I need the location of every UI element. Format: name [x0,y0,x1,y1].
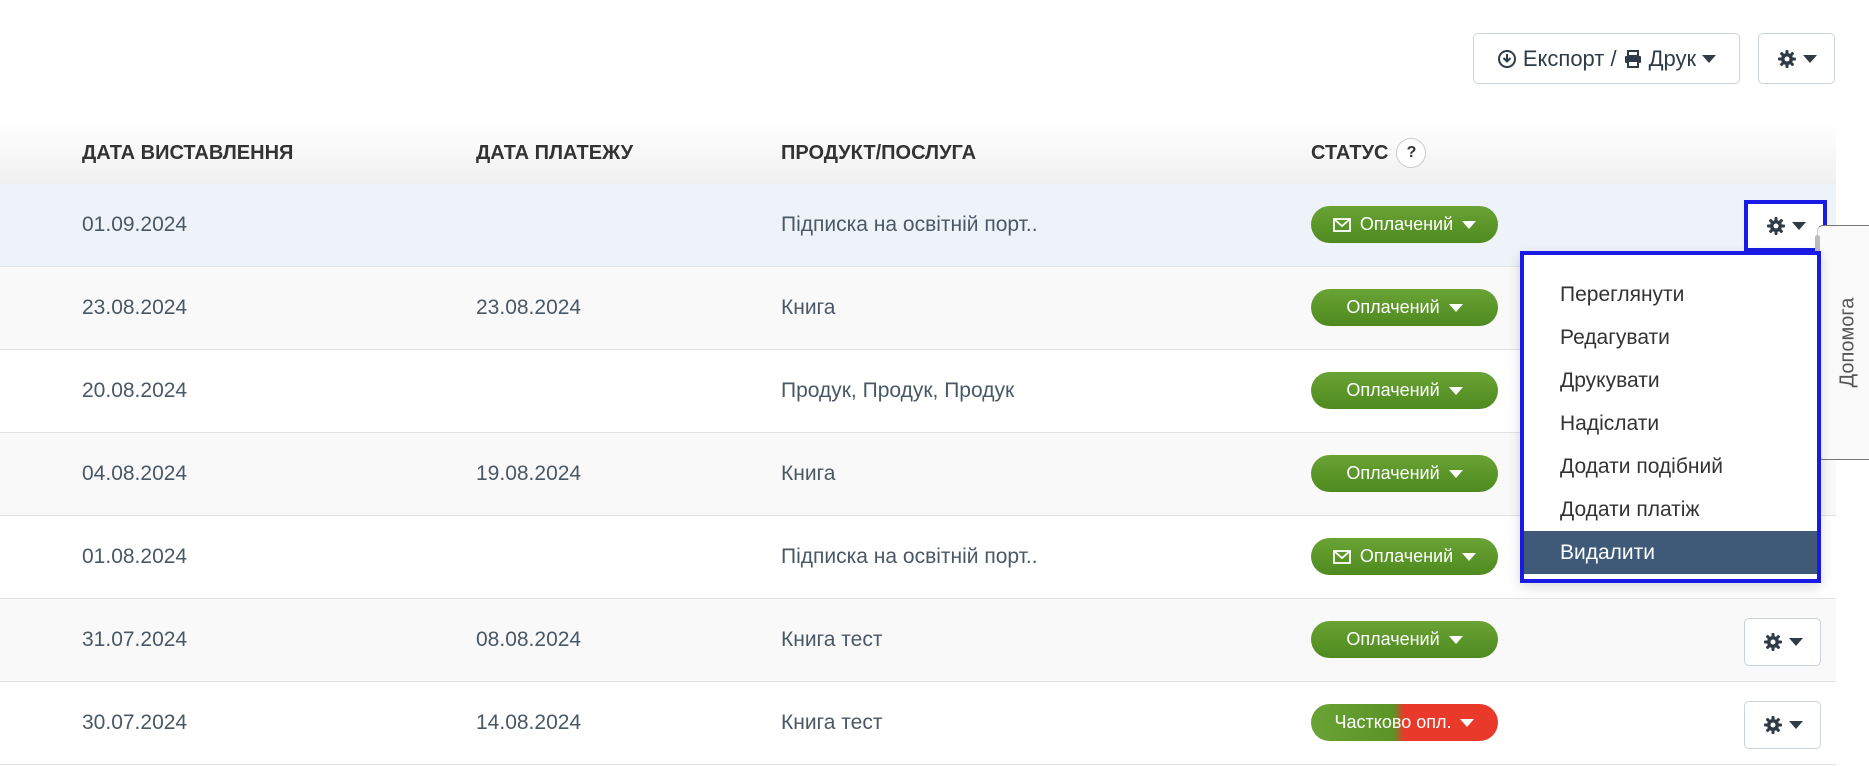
header-status: СТАТУС ? [1311,122,1427,184]
envelope-icon [1332,217,1351,232]
cell-product[interactable]: Підписка на освітній порт.. [781,516,1038,598]
caret-down-icon [1791,222,1806,230]
menu-item[interactable]: Додати подібний [1524,445,1817,488]
cell-date-paid: 14.08.2024 [476,711,582,734]
envelope-icon [1332,549,1351,564]
caret-down-icon [1462,552,1477,561]
gear-icon [1777,49,1796,68]
caret-down-icon [1448,386,1463,395]
status-label: Оплачений [1346,463,1440,483]
print-icon [1624,49,1641,68]
cell-product[interactable]: Підписка на освітній порт.. [781,184,1038,266]
cell-date-paid: 19.08.2024 [476,462,582,485]
cell-date-issued: 20.08.2024 [82,379,188,402]
cell-product[interactable]: Книга тест [781,682,882,764]
menu-item[interactable]: Надіслати [1524,402,1817,445]
cell-date-issued: 30.07.2024 [82,711,188,734]
caret-down-icon [1448,303,1463,312]
gear-icon [1763,633,1782,651]
cell-date-issued: 31.07.2024 [82,628,188,651]
table-row[interactable]: 30.07.2024 14.08.2024 Книга тест Частково о… [0,682,1836,765]
download-circle-icon [1497,49,1516,68]
status-label: Оплачений [1346,297,1440,317]
print-label: Друк [1648,45,1697,71]
status-dropdown[interactable]: Оплачений [1311,372,1498,409]
header-product[interactable]: ПРОДУКТ/ПОСЛУГА [781,122,976,184]
status-label: Частково опл. [1334,712,1452,732]
status-dropdown[interactable]: Оплачений [1311,621,1498,658]
cell-product[interactable]: Книга [781,433,835,515]
status-dropdown[interactable]: Оплачений [1311,455,1498,492]
menu-item[interactable]: Друкувати [1524,359,1817,402]
row-actions-menu: Переглянути Редагувати Друкувати Надіслати Д… [1520,251,1821,583]
menu-item[interactable]: Додати платіж [1524,488,1817,531]
status-dropdown[interactable]: Оплачений [1311,538,1498,575]
caret-down-icon [1802,54,1817,63]
status-label: Оплачений [1346,380,1440,400]
status-help-icon[interactable]: ? [1396,138,1427,168]
menu-item[interactable]: Редагувати [1524,316,1817,359]
export-print-button[interactable]: Експорт / Друк [1473,33,1740,84]
export-label: Експорт / [1522,45,1617,71]
header-date-issued[interactable]: ДАТА ВИСТАВЛЕННЯ [82,122,293,184]
row-actions-button[interactable] [1744,618,1821,666]
table-row[interactable]: 31.07.2024 08.08.2024 Книга тест Оплачений [0,599,1836,682]
caret-down-icon [1788,721,1803,729]
table-settings-button[interactable] [1758,33,1835,84]
cell-date-issued: 04.08.2024 [82,462,188,485]
menu-item[interactable]: Переглянути [1524,273,1817,316]
row-actions-button[interactable] [1744,701,1821,749]
caret-down-icon [1462,220,1477,229]
cell-date-issued: 01.09.2024 [82,213,188,236]
cell-date-paid: 08.08.2024 [476,628,582,651]
caret-down-icon [1448,469,1463,478]
status-dropdown[interactable]: Частково опл. [1311,704,1498,741]
header-status-label[interactable]: СТАТУС [1311,142,1388,165]
status-label: Оплачений [1359,214,1454,234]
cell-date-issued: 23.08.2024 [82,296,188,319]
cell-product[interactable]: Книга тест [781,599,882,681]
caret-down-icon [1448,635,1463,644]
caret-down-icon [1788,638,1803,646]
cell-date-paid: 23.08.2024 [476,296,582,319]
gear-icon [1763,716,1782,734]
gear-icon [1766,217,1785,235]
cell-date-issued: 01.08.2024 [82,545,188,568]
cell-product[interactable]: Продук, Продук, Продук [781,350,1014,432]
caret-down-icon [1702,54,1717,63]
status-label: Оплачений [1359,546,1454,566]
cell-product[interactable]: Книга [781,267,835,349]
help-tab[interactable]: Допомога [1817,225,1869,460]
caret-down-icon [1460,718,1475,727]
status-label: Оплачений [1346,629,1440,649]
header-date-paid[interactable]: ДАТА ПЛАТЕЖУ [476,122,633,184]
table-header: ДАТА ВИСТАВЛЕННЯ ДАТА ПЛАТЕЖУ ПРОДУКТ/ПО… [0,122,1836,185]
status-dropdown[interactable]: Оплачений [1311,289,1498,326]
help-tab-label: Допомога [1836,297,1859,388]
menu-item[interactable]: Видалити [1524,531,1817,574]
status-dropdown[interactable]: Оплачений [1311,206,1498,243]
